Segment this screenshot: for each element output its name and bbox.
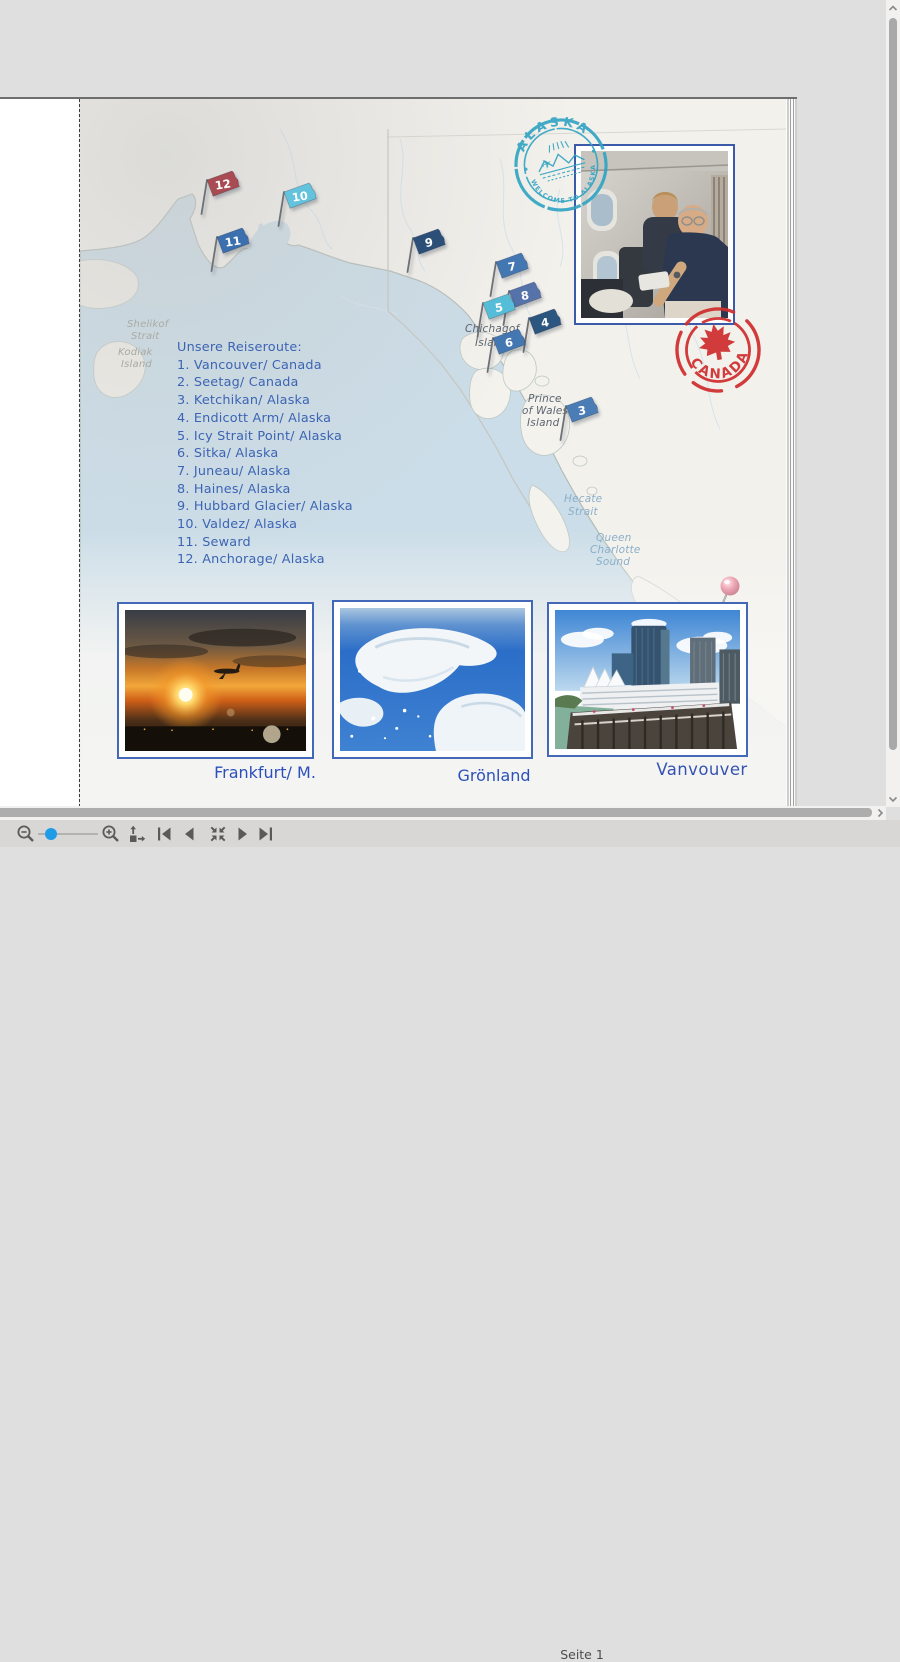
zoom-in-icon[interactable] (101, 824, 121, 844)
fit-page-icon[interactable] (127, 824, 147, 844)
route-item: 12. Anchorage/ Alaska (177, 551, 353, 569)
route-item: 1. Vancouver/ Canada (177, 357, 353, 375)
route-item: 6. Sitka/ Alaska (177, 445, 353, 463)
map-label: Strait (131, 331, 159, 342)
route-item: 9. Hubbard Glacier/ Alaska (177, 498, 353, 516)
vancouver-scene (555, 610, 740, 749)
photobook-page[interactable]: ShelikofStraitKodiakIslandChichagofIslan… (80, 99, 786, 807)
alaska-stamp-top-text: ALASKA (507, 110, 596, 157)
caption-frankfurt: Frankfurt/ M. (185, 763, 345, 782)
next-page-icon[interactable] (233, 824, 253, 844)
route-item: 2. Seetag/ Canada (177, 374, 353, 392)
route-item: 5. Icy Strait Point/ Alaska (177, 428, 353, 446)
top-strip (0, 0, 900, 97)
route-item: 4. Endicott Arm/ Alaska (177, 410, 353, 428)
map-flag-6[interactable]: 6 (479, 328, 527, 376)
zoom-slider-handle[interactable] (45, 828, 57, 840)
scroll-up-icon[interactable] (887, 2, 899, 14)
map-flag-12[interactable]: 12 (193, 170, 241, 218)
scroll-down-icon[interactable] (887, 793, 899, 805)
route-list: Unsere Reiseroute: 1. Vancouver/ Canada2… (177, 339, 353, 569)
photobook-editor-window: { "route": { "title": "Unsere Reiseroute… (0, 0, 900, 847)
page-stack-edge (786, 99, 797, 807)
left-spread-area (0, 99, 79, 807)
map-flag-10[interactable]: 10 (270, 182, 318, 230)
route-item: 8. Haines/ Alaska (177, 481, 353, 499)
route-item: 7. Juneau/ Alaska (177, 463, 353, 481)
svg-text:ALASKA: ALASKA (507, 110, 596, 157)
greenland-ice-scene (340, 608, 525, 751)
last-page-icon[interactable] (256, 824, 276, 844)
zoom-slider[interactable] (38, 833, 98, 835)
vertical-scrollbar[interactable] (886, 0, 900, 807)
route-item: 10. Valdez/ Alaska (177, 516, 353, 534)
map-label: Kodiak (118, 347, 153, 358)
fit-screen-icon[interactable] (208, 824, 228, 844)
first-page-icon[interactable] (154, 824, 174, 844)
vertical-scrollbar-thumb[interactable] (889, 18, 897, 750)
route-list-items: 1. Vancouver/ Canada2. Seetag/ Canada3. … (177, 357, 353, 569)
route-item: 11. Seward (177, 534, 353, 552)
map-flag-9[interactable]: 9 (399, 228, 447, 276)
zoom-out-icon[interactable] (16, 824, 36, 844)
bleed-dashed-line (79, 99, 80, 807)
bottom-toolbar: Seite 1 (0, 820, 900, 847)
scroll-right-icon[interactable] (874, 807, 886, 819)
map-label: Charlotte (590, 544, 641, 556)
photo-vancouver-waterfront[interactable] (547, 602, 748, 757)
map-label: Sound (596, 556, 630, 568)
horizontal-scrollbar-thumb[interactable] (0, 808, 872, 817)
page-indicator: Seite 1 (522, 1647, 642, 1662)
route-item: 3. Ketchikan/ Alaska (177, 392, 353, 410)
map-label: Shelikof (127, 319, 168, 330)
map-label: Queen (596, 532, 632, 544)
svg-text:12: 12 (214, 176, 232, 192)
photo-frankfurt-sunset[interactable] (117, 602, 314, 759)
route-list-title: Unsere Reiseroute: (177, 339, 353, 357)
sunset-airplane-scene (125, 610, 306, 751)
caption-vancouver: Vanvouver (622, 760, 782, 779)
svg-text:10: 10 (291, 188, 309, 204)
map-label: Island (121, 359, 152, 370)
map-label: Hecate (564, 493, 602, 505)
photo-greenland-aerial[interactable] (332, 600, 533, 759)
svg-text:11: 11 (224, 233, 242, 249)
caption-groenland: Grönland (414, 766, 574, 785)
previous-page-icon[interactable] (179, 824, 199, 844)
map-flag-3[interactable]: 3 (552, 396, 600, 444)
canada-stamp: CANADA (668, 300, 768, 400)
map-flag-11[interactable]: 11 (203, 227, 251, 275)
map-label: Strait (568, 506, 598, 518)
horizontal-scrollbar[interactable] (0, 806, 886, 820)
alaska-stamp: ALASKA WELCOME TO ALASKA ✈ (506, 110, 616, 220)
